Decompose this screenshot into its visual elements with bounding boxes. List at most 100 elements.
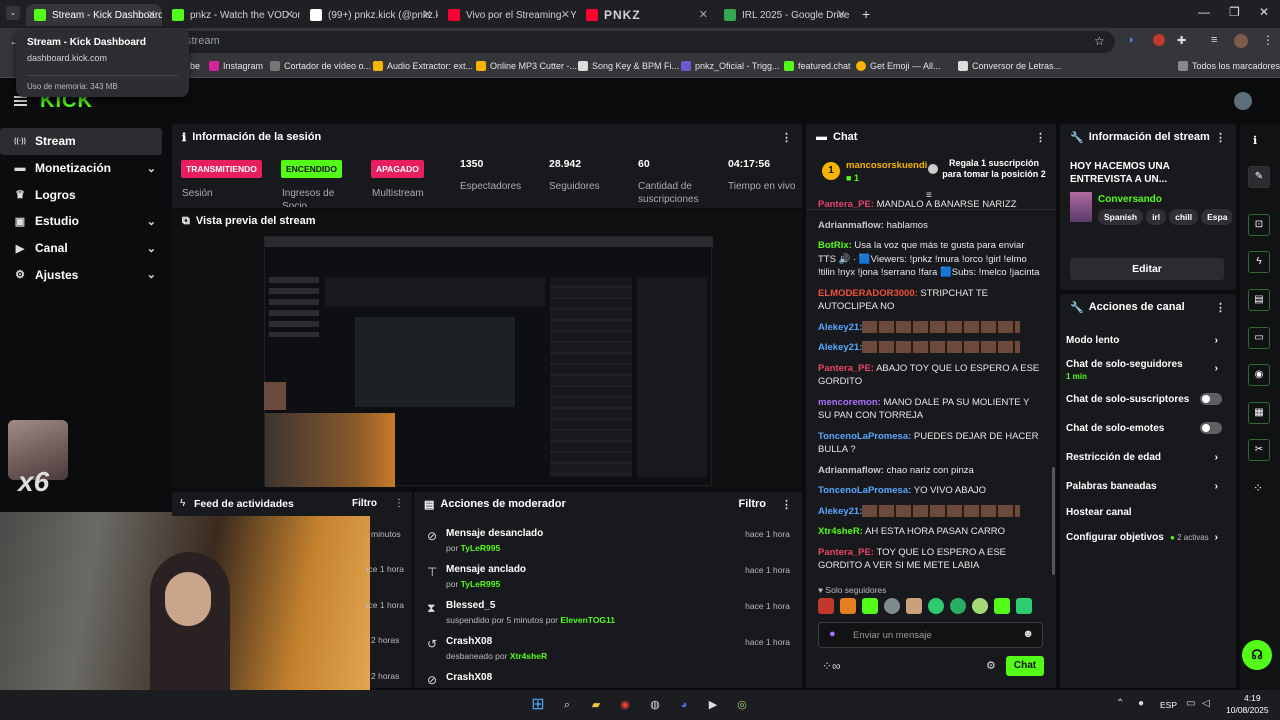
user-avatar[interactable] — [1234, 92, 1252, 110]
emote-button[interactable] — [928, 598, 944, 614]
chat-username[interactable]: BotRix: — [818, 240, 852, 251]
action-configurar-objetivos[interactable]: Configurar objetivos ● 2 activas › — [1066, 532, 1236, 543]
close-tab-icon[interactable]: ✕ — [837, 8, 846, 21]
bookmark-item[interactable]: Audio Extractor: ext... — [373, 61, 473, 71]
chat-username[interactable]: Pantera_PE: — [818, 547, 874, 558]
close-window-icon[interactable]: ✕ — [1259, 5, 1269, 19]
edit-stream-button[interactable]: Editar — [1070, 258, 1224, 280]
points-icon[interactable]: ⁘∞ — [822, 659, 841, 673]
action-solo-seguidores[interactable]: Chat de solo-seguidores 1 min › — [1066, 359, 1236, 381]
emote-button[interactable] — [884, 598, 900, 614]
action-modo-lento[interactable]: Modo lento › — [1066, 335, 1236, 346]
hamburger-icon[interactable] — [14, 96, 27, 106]
clock-date[interactable]: 10/08/2025 — [1226, 705, 1269, 715]
chat-username[interactable]: Alekey21: — [818, 342, 862, 353]
sidebar-item-logros[interactable]: ♛ Logros — [0, 181, 170, 208]
moderator-name[interactable]: TyLeR995 — [461, 579, 501, 589]
extension-icon[interactable] — [1153, 34, 1165, 46]
bookmark-item[interactable]: Cortador de vídeo o... — [270, 61, 371, 71]
chat-username[interactable]: Pantera_PE: — [818, 199, 874, 210]
file-explorer-icon[interactable]: ▰ — [586, 695, 606, 715]
chat-settings-icon[interactable]: ⚙ — [986, 659, 996, 672]
tag-chip[interactable]: Espa — [1201, 209, 1232, 225]
emote-button[interactable] — [906, 598, 922, 614]
chat-username[interactable]: ELMODERADOR3000: — [818, 288, 918, 299]
chat-scrollbar[interactable] — [1052, 467, 1055, 575]
media-icon[interactable]: ≡ — [1211, 34, 1217, 46]
tray-chevron-icon[interactable]: ⌃ — [1116, 698, 1124, 709]
emote-button[interactable] — [818, 598, 834, 614]
chat-username[interactable]: Adrianmaflow: — [818, 465, 884, 476]
mic-tray-icon[interactable]: ● — [1138, 698, 1144, 709]
target-icon[interactable]: ⊡ — [1248, 214, 1270, 236]
tag-chip[interactable]: chill — [1169, 209, 1199, 225]
action-solo-suscriptores[interactable]: Chat de solo-suscriptores — [1066, 393, 1236, 405]
chat-username[interactable]: Alekey21: — [818, 322, 862, 333]
tab-tiktok[interactable]: (99+) pnkz.kick (@pnkz.ki ✕ — [302, 4, 438, 26]
action-palabras-baneadas[interactable]: Palabras baneadas › — [1066, 481, 1236, 492]
emoji-icon[interactable]: ☻ — [1022, 628, 1034, 640]
sub-goal-text[interactable]: Regala 1 suscripción para tomar la posic… — [940, 158, 1048, 180]
app-icon[interactable]: ◍ — [645, 695, 665, 715]
more-options-icon[interactable]: ⋮ — [1215, 301, 1226, 314]
sidebar-item-estudio[interactable]: ▣ Estudio ⌄ — [0, 208, 170, 235]
sidebar-item-canal[interactable]: ▶ Canal ⌄ — [0, 235, 170, 262]
emote-button[interactable] — [994, 598, 1010, 614]
bookmark-item[interactable]: Online MP3 Cutter -... — [476, 61, 577, 71]
windows-start-icon[interactable]: ⊞ — [528, 695, 548, 715]
discord-icon[interactable]: ◕ — [674, 695, 694, 715]
tag-chip[interactable]: irl — [1146, 209, 1167, 225]
chat-username[interactable]: Alekey21: — [818, 506, 862, 517]
stream-category[interactable]: Conversando — [1098, 194, 1162, 205]
close-tab-icon[interactable]: ✕ — [561, 8, 570, 21]
tab-vod[interactable]: pnkz - Watch the VOD on ✕ — [164, 4, 300, 26]
all-bookmarks[interactable]: Todos los marcadores — [1178, 61, 1280, 71]
info-icon[interactable]: ℹ — [1253, 134, 1257, 147]
action-hostear-canal[interactable]: Hostear canal — [1066, 507, 1236, 518]
maximize-icon[interactable]: ❐ — [1229, 5, 1240, 19]
moderator-name[interactable]: Xtr4sheR — [510, 651, 547, 661]
tag-chip[interactable]: Spanish — [1098, 209, 1144, 225]
puzzle-icon[interactable]: ✚ — [1177, 34, 1186, 47]
chat-username[interactable]: Pantera_PE: — [818, 363, 874, 374]
address-bar[interactable]: stream — [60, 31, 1115, 53]
tab-youtube-live[interactable]: Vivo por el Streaming - Yo ✕ — [440, 4, 576, 26]
action-solo-emotes[interactable]: Chat de solo-emotes — [1066, 422, 1236, 434]
chat-username[interactable]: Xtr4sheR: — [818, 526, 863, 537]
clock-time[interactable]: 4:19 — [1244, 693, 1261, 703]
mic-icon[interactable]: ● — [829, 628, 836, 640]
emote-button[interactable] — [972, 598, 988, 614]
moderator-name[interactable]: TyLeR995 — [461, 543, 501, 553]
more-options-icon[interactable]: ⋮ — [781, 498, 792, 511]
chat-username[interactable]: Adrianmaflow: — [818, 220, 884, 231]
emote-button[interactable] — [840, 598, 856, 614]
apps-icon[interactable]: ⁘ — [1253, 481, 1263, 495]
mod-filter-button[interactable]: Filtro — [739, 498, 767, 510]
chat-username[interactable]: ToncenoLaPromesa: — [818, 485, 911, 496]
activity-filter-button[interactable]: Filtro — [352, 498, 377, 509]
close-tab-icon[interactable]: ✕ — [699, 8, 708, 21]
tab-google-drive[interactable]: IRL 2025 - Google Drive ✕ — [716, 4, 852, 26]
emote-button[interactable] — [950, 598, 966, 614]
action-restriccion-edad[interactable]: Restricción de edad › — [1066, 452, 1236, 463]
layout-icon[interactable]: ▦ — [1248, 402, 1270, 424]
tab-kick-dashboard[interactable]: Stream - Kick Dashboard ✕ — [26, 4, 162, 26]
language-indicator[interactable]: ESP — [1160, 700, 1177, 710]
chat-input[interactable]: ● Enviar un mensaje ☻ — [818, 622, 1043, 648]
chat-bubble-icon[interactable]: ▭ — [1248, 327, 1270, 349]
bookmark-item[interactable]: Instagram — [209, 61, 263, 71]
close-tab-icon[interactable]: ✕ — [285, 8, 294, 21]
minimize-icon[interactable]: — — [1198, 5, 1210, 19]
bookmark-star-icon[interactable]: ☆ — [1094, 34, 1105, 48]
broadcast-icon[interactable]: ◉ — [1248, 364, 1270, 386]
edit-icon[interactable]: ✎ — [1248, 166, 1270, 188]
toggle-switch[interactable] — [1200, 393, 1222, 405]
more-options-icon[interactable]: ⋮ — [1035, 131, 1046, 144]
menu-icon[interactable]: ⋮ — [1262, 33, 1274, 47]
close-tab-icon[interactable]: ✕ — [423, 8, 432, 21]
extension-icon[interactable]: ◗ — [1128, 34, 1135, 46]
tools-icon[interactable]: ✂ — [1248, 439, 1270, 461]
bookmark-item[interactable]: Get Emoji — All... — [856, 61, 941, 71]
bookmark-item[interactable]: be — [190, 61, 200, 71]
bookmark-item[interactable]: featured.chat — [784, 61, 851, 71]
